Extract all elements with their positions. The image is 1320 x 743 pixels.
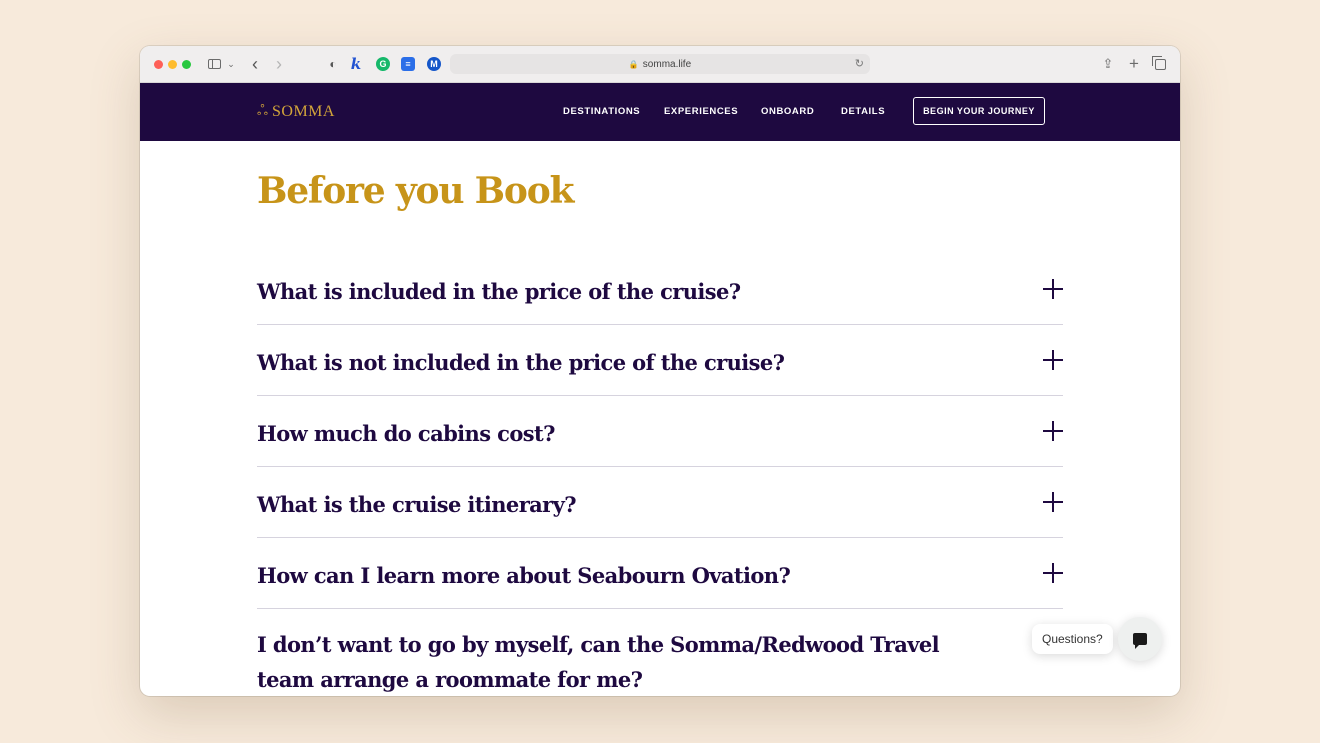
faq-item[interactable]: How much do cabins cost? [257,396,1063,467]
reload-icon[interactable]: ↻ [855,57,864,70]
faq-item[interactable]: I don’t want to go by myself, can the So… [257,609,1063,696]
maximize-window-button[interactable] [182,60,191,69]
tabs-overview-icon[interactable] [1151,55,1168,73]
site-navigation: ஃ SOMMA DESTINATIONS EXPERIENCES ONBOARD… [140,83,1180,141]
lock-icon: 🔒 [628,59,639,69]
grammarly-icon[interactable]: G [376,57,390,71]
begin-journey-button[interactable]: BEGIN YOUR JOURNEY [913,97,1045,125]
k-extension-icon[interactable]: k [349,55,363,73]
expand-plus-icon[interactable] [1043,421,1063,441]
faq-list: What is included in the price of the cru… [257,254,1063,696]
expand-plus-icon[interactable] [1043,279,1063,299]
chat-questions-label[interactable]: Questions? [1032,624,1113,654]
brand-name: SOMMA [271,102,335,120]
close-window-button[interactable] [154,60,163,69]
faq-item[interactable]: What is included in the price of the cru… [257,254,1063,325]
share-icon[interactable]: ⇪ [1100,55,1116,73]
doc-extension-icon[interactable]: ≡ [401,57,415,71]
browser-toolbar: ⌄ ‹ › ◐ k G ≡ M 🔒 somma.life ↻ ⇪ + [140,46,1180,83]
minimize-window-button[interactable] [168,60,177,69]
shield-icon[interactable]: ◐ [326,57,340,71]
faq-question: What is the cruise itinerary? [257,492,577,517]
expand-plus-icon[interactable] [1043,563,1063,583]
faq-item[interactable]: How can I learn more about Seabourn Ovat… [257,538,1063,609]
faq-question: What is not included in the price of the… [257,350,785,375]
faq-question: How much do cabins cost? [257,421,555,446]
expand-plus-icon[interactable] [1043,350,1063,370]
somma-logo-icon: ஃ [257,102,268,118]
chat-button[interactable] [1118,617,1162,661]
nav-link-destinations[interactable]: DESTINATIONS [563,106,640,117]
faq-item[interactable]: What is the cruise itinerary? [257,467,1063,538]
brand-logo[interactable]: ஃ SOMMA [257,102,335,121]
chat-bubble-icon [1133,633,1147,649]
m-extension-icon[interactable]: M [427,57,441,71]
faq-question: How can I learn more about Seabourn Ovat… [257,563,791,588]
faq-question: What is included in the price of the cru… [257,279,741,304]
address-bar[interactable]: 🔒 somma.life ↻ [450,54,870,74]
nav-link-experiences[interactable]: EXPERIENCES [664,106,738,117]
sidebar-icon[interactable] [206,55,222,73]
forward-icon[interactable]: › [272,54,286,74]
chevron-down-icon[interactable]: ⌄ [226,55,236,73]
back-icon[interactable]: ‹ [248,54,262,74]
expand-plus-icon[interactable] [1043,492,1063,512]
faq-question: I don’t want to go by myself, can the So… [257,632,940,692]
faq-item[interactable]: What is not included in the price of the… [257,325,1063,396]
page-title: Before you Book [257,170,574,212]
browser-window: ⌄ ‹ › ◐ k G ≡ M 🔒 somma.life ↻ ⇪ + ஃ SOM… [140,46,1180,696]
new-tab-icon[interactable]: + [1126,54,1142,73]
nav-link-onboard[interactable]: ONBOARD [761,106,814,117]
url-text: somma.life [642,58,692,70]
nav-link-details[interactable]: DETAILS [841,106,885,117]
